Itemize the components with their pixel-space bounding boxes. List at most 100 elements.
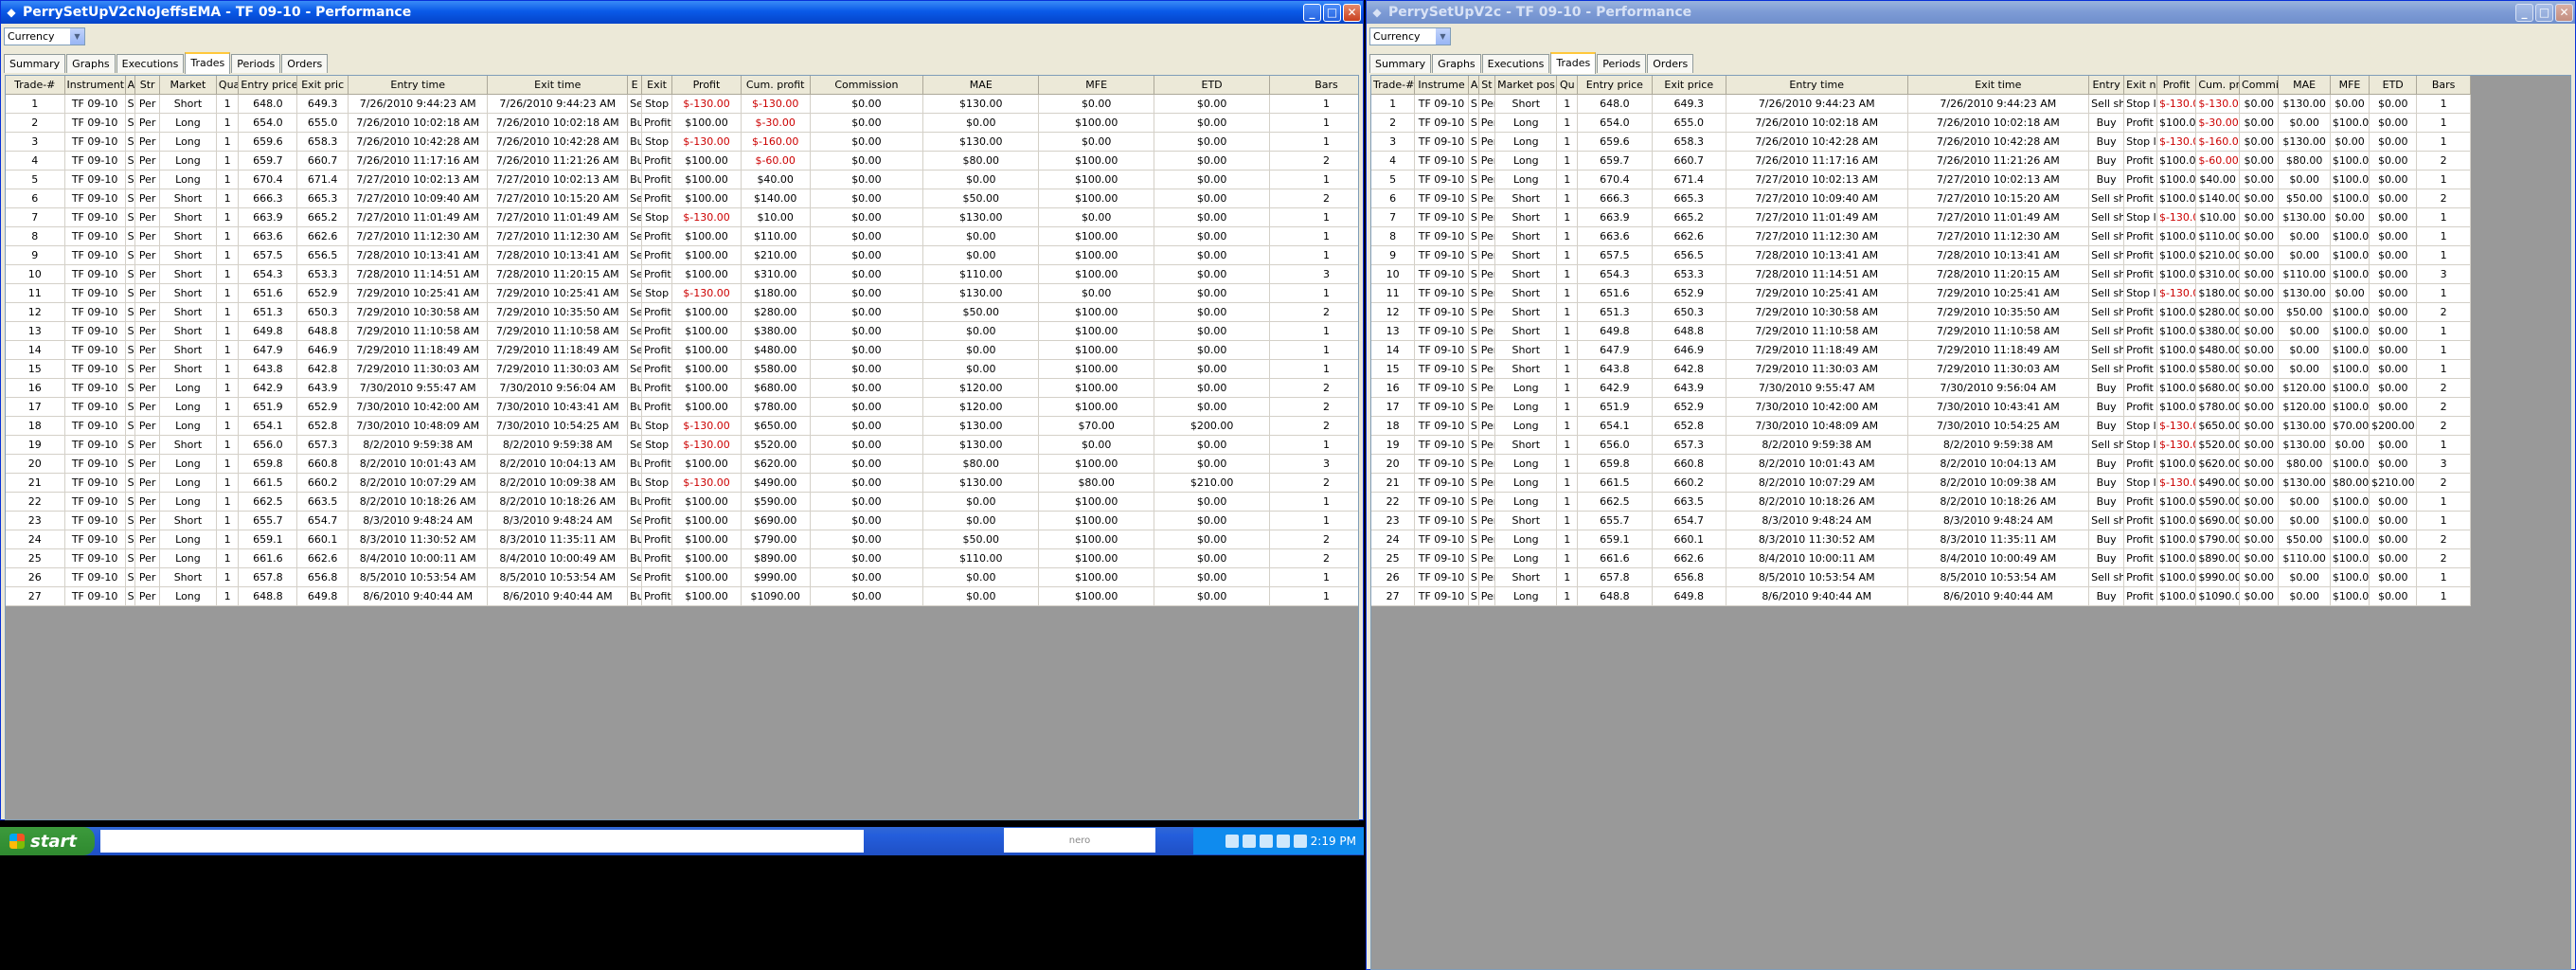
start-button[interactable]: start [0, 827, 95, 855]
tab-orders[interactable]: Orders [1647, 54, 1694, 73]
tab-summary[interactable]: Summary [1369, 54, 1432, 73]
table-row[interactable]: 22TF 09-10SPerLong1662.5663.58/2/2010 10… [1371, 492, 2471, 512]
maximize-button[interactable]: □ [2535, 3, 2553, 22]
table-row[interactable]: 11TF 09-10SPerShort1651.6652.97/29/2010 … [6, 283, 1358, 303]
column-header-mae[interactable]: MAE [922, 76, 1040, 95]
table-row[interactable]: 4TF 09-10SPerLong1659.7660.77/26/2010 11… [1371, 151, 2471, 171]
table-row[interactable]: 9TF 09-10SPerShort1657.5656.57/28/2010 1… [1371, 245, 2471, 265]
minimize-button[interactable]: _ [2515, 3, 2533, 22]
table-row[interactable]: 7TF 09-10SPerShort1663.9665.27/27/2010 1… [6, 207, 1358, 227]
table-row[interactable]: 2TF 09-10SPerLong1654.0655.07/26/2010 10… [6, 113, 1358, 133]
table-row[interactable]: 20TF 09-10SPerLong1659.8660.88/2/2010 10… [1371, 454, 2471, 474]
table-row[interactable]: 27TF 09-10SPerLong1648.8649.88/6/2010 9:… [6, 586, 1358, 606]
table-row[interactable]: 17TF 09-10SPerLong1651.9652.97/30/2010 1… [1371, 397, 2471, 417]
table-row[interactable]: 25TF 09-10SPerLong1661.6662.68/4/2010 10… [6, 548, 1358, 568]
table-row[interactable]: 5TF 09-10SPerLong1670.4671.47/27/2010 10… [6, 170, 1358, 189]
table-row[interactable]: 16TF 09-10SPerLong1642.9643.97/30/2010 9… [6, 378, 1358, 398]
table-row[interactable]: 18TF 09-10SPerLong1654.1652.87/30/2010 1… [1371, 416, 2471, 436]
display-unit-select[interactable]: Currency ▼ [4, 27, 85, 45]
tab-executions[interactable]: Executions [1481, 54, 1550, 73]
table-row[interactable]: 3TF 09-10SPerLong1659.6658.37/26/2010 10… [6, 132, 1358, 152]
table-row[interactable]: 13TF 09-10SPerShort1649.8648.87/29/2010 … [6, 321, 1358, 341]
table-row[interactable]: 12TF 09-10SPerShort1651.3650.37/29/2010 … [6, 302, 1358, 322]
table-row[interactable]: 8TF 09-10SPerShort1663.6662.67/27/2010 1… [6, 226, 1358, 246]
column-header-q[interactable]: Qua [216, 76, 240, 95]
minimize-button[interactable]: _ [1303, 3, 1321, 22]
table-row[interactable]: 22TF 09-10SPerLong1662.5663.58/2/2010 10… [6, 492, 1358, 512]
table-row[interactable]: 12TF 09-10SPerShort1651.3650.37/29/2010 … [1371, 302, 2471, 322]
close-button[interactable]: ✕ [1343, 3, 1361, 22]
chevron-down-icon[interactable]: ▼ [1436, 27, 1450, 45]
tray-security-icon[interactable] [1276, 835, 1290, 848]
table-row[interactable]: 5TF 09-10SPerLong1670.4671.47/27/2010 10… [1371, 170, 2471, 189]
column-header-comm[interactable]: Commiss [2239, 76, 2280, 95]
table-row[interactable]: 27TF 09-10SPerLong1648.8649.88/6/2010 9:… [1371, 586, 2471, 606]
table-row[interactable]: 23TF 09-10SPerShort1655.7654.78/3/2010 9… [6, 511, 1358, 530]
table-row[interactable]: 10TF 09-10SPerShort1654.3653.37/28/2010 … [6, 264, 1358, 284]
table-row[interactable]: 21TF 09-10SPerLong1661.5660.28/2/2010 10… [6, 473, 1358, 493]
column-header-xt[interactable]: Exit time [1907, 76, 2090, 95]
column-header-n[interactable]: Trade-# [6, 76, 65, 95]
table-row[interactable]: 24TF 09-10SPerLong1659.1660.18/3/2010 11… [1371, 530, 2471, 549]
column-header-xn[interactable]: Exit n [2123, 76, 2157, 95]
table-row[interactable]: 11TF 09-10SPerShort1651.6652.97/29/2010 … [1371, 283, 2471, 303]
column-header-q[interactable]: Qu [1556, 76, 1579, 95]
column-header-etd[interactable]: ETD [1154, 76, 1271, 95]
column-header-mkt[interactable]: Market pos. [1494, 76, 1558, 95]
table-row[interactable]: 19TF 09-10SPerShort1656.0657.38/2/2010 9… [6, 435, 1358, 455]
column-header-mfe[interactable]: MFE [2330, 76, 2370, 95]
table-row[interactable]: 6TF 09-10SPerShort1666.3665.37/27/2010 1… [6, 189, 1358, 208]
tray-update-icon[interactable] [1293, 835, 1307, 848]
table-row[interactable]: 4TF 09-10SPerLong1659.7660.77/26/2010 11… [6, 151, 1358, 171]
table-row[interactable]: 13TF 09-10SPerShort1649.8648.87/29/2010 … [1371, 321, 2471, 341]
table-row[interactable]: 9TF 09-10SPerShort1657.5656.57/28/2010 1… [6, 245, 1358, 265]
column-header-xt[interactable]: Exit time [487, 76, 629, 95]
column-header-inst[interactable]: Instrument [64, 76, 126, 95]
chevron-down-icon[interactable]: ▼ [70, 27, 84, 45]
table-row[interactable]: 20TF 09-10SPerLong1659.8660.88/2/2010 10… [6, 454, 1358, 474]
close-button[interactable]: ✕ [2555, 3, 2573, 22]
column-header-exit[interactable]: Exit price [1652, 76, 1726, 95]
title-bar[interactable]: ◆ PerrySetUpV2cNoJeffsEMA - TF 09-10 - P… [1, 1, 1363, 24]
table-row[interactable]: 23TF 09-10SPerShort1655.7654.78/3/2010 9… [1371, 511, 2471, 530]
table-row[interactable]: 14TF 09-10SPerShort1647.9646.97/29/2010 … [6, 340, 1358, 360]
column-header-entry[interactable]: Entry price [238, 76, 298, 95]
tray-volume-icon[interactable] [1259, 835, 1273, 848]
column-header-profit[interactable]: Profit [671, 76, 742, 95]
column-header-a[interactable]: A [1468, 76, 1479, 95]
table-row[interactable]: 17TF 09-10SPerLong1651.9652.97/30/2010 1… [6, 397, 1358, 417]
table-row[interactable]: 6TF 09-10SPerShort1666.3665.37/27/2010 1… [1371, 189, 2471, 208]
table-row[interactable]: 18TF 09-10SPerLong1654.1652.87/30/2010 1… [6, 416, 1358, 436]
tab-periods[interactable]: Periods [231, 54, 281, 73]
table-row[interactable]: 16TF 09-10SPerLong1642.9643.97/30/2010 9… [1371, 378, 2471, 398]
tab-trades[interactable]: Trades [1550, 52, 1597, 74]
column-header-profit[interactable]: Profit [2156, 76, 2197, 95]
column-header-mkt[interactable]: Market [159, 76, 217, 95]
column-header-comm[interactable]: Commission [810, 76, 924, 95]
maximize-button[interactable]: □ [1323, 3, 1341, 22]
table-row[interactable]: 25TF 09-10SPerLong1661.6662.68/4/2010 10… [1371, 548, 2471, 568]
column-header-et[interactable]: Entry time [1726, 76, 1908, 95]
table-row[interactable]: 19TF 09-10SPerShort1656.0657.38/2/2010 9… [1371, 435, 2471, 455]
tab-summary[interactable]: Summary [4, 54, 66, 73]
column-header-n[interactable]: Trade-# [1371, 76, 1416, 95]
table-row[interactable]: 3TF 09-10SPerLong1659.6658.37/26/2010 10… [1371, 132, 2471, 152]
column-header-mae[interactable]: MAE [2278, 76, 2331, 95]
table-row[interactable]: 10TF 09-10SPerShort1654.3653.37/28/2010 … [1371, 264, 2471, 284]
column-header-en[interactable]: E [627, 76, 643, 95]
table-row[interactable]: 15TF 09-10SPerShort1643.8642.87/29/2010 … [6, 359, 1358, 379]
table-row[interactable]: 14TF 09-10SPerShort1647.9646.97/29/2010 … [1371, 340, 2471, 360]
tray-arrow-icon[interactable] [1225, 835, 1239, 848]
column-header-bars[interactable]: Bars [1269, 76, 1358, 95]
column-header-a[interactable]: A [125, 76, 136, 95]
title-bar[interactable]: ◆ PerrySetUpV2c - TF 09-10 - Performance… [1367, 1, 2575, 24]
table-row[interactable]: 24TF 09-10SPerLong1659.1660.18/3/2010 11… [6, 530, 1358, 549]
display-unit-select[interactable]: Currency ▼ [1369, 27, 1451, 45]
table-row[interactable]: 7TF 09-10SPerShort1663.9665.27/27/2010 1… [1371, 207, 2471, 227]
tab-executions[interactable]: Executions [116, 54, 185, 73]
column-header-etd[interactable]: ETD [2369, 76, 2418, 95]
column-header-str[interactable]: St [1478, 76, 1496, 95]
tab-periods[interactable]: Periods [1597, 54, 1647, 73]
table-row[interactable]: 26TF 09-10SPerShort1657.8656.88/5/2010 1… [1371, 567, 2471, 587]
table-row[interactable]: 1TF 09-10SPerShort1648.0649.37/26/2010 9… [1371, 94, 2471, 114]
